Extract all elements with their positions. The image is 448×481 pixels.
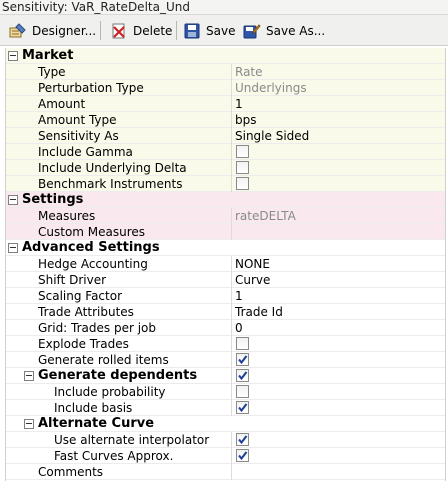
save-as-icon bbox=[243, 22, 261, 40]
property-row-include-underlying-delta[interactable]: Include Underlying Delta bbox=[6, 160, 445, 176]
window-title: Sensitivity: VaR_RateDelta_Und bbox=[0, 0, 448, 15]
delete-label: Delete bbox=[133, 24, 173, 38]
alternate-curve-label: Alternate Curve bbox=[38, 416, 155, 431]
market-header-label: Market bbox=[22, 48, 74, 63]
amount-type-value[interactable]: bps bbox=[234, 112, 257, 128]
hedge-accounting-value[interactable]: NONE bbox=[234, 256, 270, 272]
amount-type-label: Amount Type bbox=[38, 113, 117, 127]
type-label: Type bbox=[38, 65, 66, 79]
alternate-curve-section-header[interactable]: Alternate Curve bbox=[6, 416, 445, 432]
floppy-disk-icon bbox=[183, 22, 201, 40]
perturbation-type-label: Perturbation Type bbox=[38, 81, 144, 95]
property-row-measures[interactable]: Measures rateDELTA bbox=[6, 208, 445, 224]
property-row-comments[interactable]: Comments bbox=[6, 464, 445, 480]
include-gamma-label: Include Gamma bbox=[38, 145, 133, 159]
amount-value[interactable]: 1 bbox=[234, 96, 243, 112]
generate-dependents-label: Generate dependents bbox=[38, 368, 198, 383]
property-row-include-gamma[interactable]: Include Gamma bbox=[6, 144, 445, 160]
include-probability-checkbox[interactable] bbox=[236, 385, 249, 398]
property-row-perturbation-type[interactable]: Perturbation Type Underlyings bbox=[6, 80, 445, 96]
perturbation-type-value: Underlyings bbox=[235, 81, 307, 95]
measures-label: Measures bbox=[38, 209, 96, 223]
designer-label: Designer... bbox=[32, 24, 97, 38]
property-row-grid-trades-per-job[interactable]: Grid: Trades per job 0 bbox=[6, 320, 445, 336]
generate-rolled-items-label: Generate rolled items bbox=[38, 353, 169, 367]
property-row-shift-driver[interactable]: Shift Driver Curve bbox=[6, 272, 445, 288]
settings-section-header[interactable]: Settings bbox=[6, 192, 445, 208]
collapse-icon[interactable] bbox=[8, 243, 18, 253]
custom-measures-label: Custom Measures bbox=[38, 225, 146, 239]
property-row-explode-trades[interactable]: Explode Trades bbox=[6, 336, 445, 352]
include-probability-label: Include probability bbox=[54, 385, 166, 399]
property-row-type[interactable]: Type Rate bbox=[6, 64, 445, 80]
include-underlying-delta-checkbox[interactable] bbox=[236, 161, 249, 174]
grid-trades-per-job-label: Grid: Trades per job bbox=[38, 321, 157, 335]
save-as-label: Save As... bbox=[266, 24, 326, 38]
property-row-sensitivity-as[interactable]: Sensitivity As Single Sided bbox=[6, 128, 445, 144]
property-row-fast-curves-approx[interactable]: Fast Curves Approx. bbox=[6, 448, 445, 464]
scaling-factor-label: Scaling Factor bbox=[38, 289, 123, 303]
property-row-amount[interactable]: Amount 1 bbox=[6, 96, 445, 112]
sensitivity-as-label: Sensitivity As bbox=[38, 129, 119, 143]
collapse-icon[interactable] bbox=[8, 51, 18, 61]
property-row-benchmark-instruments[interactable]: Benchmark Instruments bbox=[6, 176, 445, 192]
generate-rolled-items-checkbox[interactable] bbox=[236, 353, 249, 366]
benchmark-instruments-checkbox[interactable] bbox=[236, 177, 249, 190]
grid-trades-per-job-value[interactable]: 0 bbox=[234, 320, 243, 336]
measures-value[interactable]: rateDELTA bbox=[234, 208, 296, 224]
scaling-factor-value[interactable]: 1 bbox=[234, 288, 243, 304]
trade-attributes-label: Trade Attributes bbox=[38, 305, 134, 319]
shift-driver-value[interactable]: Curve bbox=[234, 272, 270, 288]
fast-curves-approx-checkbox[interactable] bbox=[236, 449, 249, 462]
save-label: Save bbox=[206, 24, 236, 38]
custom-measures-value[interactable] bbox=[234, 224, 235, 240]
property-row-include-basis[interactable]: Include basis bbox=[6, 400, 445, 416]
property-row-trade-attributes[interactable]: Trade Attributes Trade Id bbox=[6, 304, 445, 320]
explode-trades-checkbox[interactable] bbox=[236, 337, 249, 350]
property-row-generate-rolled-items[interactable]: Generate rolled items bbox=[6, 352, 445, 368]
fast-curves-approx-label: Fast Curves Approx. bbox=[54, 449, 174, 463]
property-row-custom-measures[interactable]: Custom Measures bbox=[6, 224, 445, 240]
explode-trades-label: Explode Trades bbox=[38, 337, 129, 351]
settings-header-label: Settings bbox=[22, 192, 84, 207]
shift-driver-label: Shift Driver bbox=[38, 273, 107, 287]
collapse-icon[interactable] bbox=[8, 195, 18, 205]
include-underlying-delta-label: Include Underlying Delta bbox=[38, 161, 187, 175]
collapse-icon[interactable] bbox=[24, 371, 34, 381]
include-basis-label: Include basis bbox=[54, 401, 133, 415]
include-gamma-checkbox[interactable] bbox=[236, 145, 249, 158]
amount-label: Amount bbox=[38, 97, 86, 111]
trade-attributes-value[interactable]: Trade Id bbox=[234, 304, 283, 320]
delete-button[interactable]: Delete bbox=[110, 20, 172, 42]
property-row-amount-type[interactable]: Amount Type bps bbox=[6, 112, 445, 128]
delete-icon bbox=[110, 22, 128, 40]
advanced-settings-section-header[interactable]: Advanced Settings bbox=[6, 240, 445, 256]
toolbar-separator bbox=[176, 21, 177, 40]
property-row-use-alternate-interpolator[interactable]: Use alternate interpolator bbox=[6, 432, 445, 448]
save-button[interactable]: Save bbox=[183, 20, 235, 42]
benchmark-instruments-label: Benchmark Instruments bbox=[38, 177, 183, 191]
designer-button[interactable]: Designer... bbox=[9, 20, 96, 42]
toolbar: Designer... Delete Save Save As... bbox=[0, 15, 448, 46]
comments-value[interactable] bbox=[234, 464, 235, 480]
collapse-icon[interactable] bbox=[24, 419, 34, 429]
include-basis-checkbox[interactable] bbox=[236, 401, 249, 414]
property-row-hedge-accounting[interactable]: Hedge Accounting NONE bbox=[6, 256, 445, 272]
market-section-header[interactable]: Market bbox=[6, 48, 445, 64]
use-alternate-interpolator-label: Use alternate interpolator bbox=[54, 433, 210, 447]
sensitivity-as-value[interactable]: Single Sided bbox=[234, 128, 309, 144]
type-value: Rate bbox=[235, 65, 263, 79]
hedge-accounting-label: Hedge Accounting bbox=[38, 257, 148, 271]
comments-label: Comments bbox=[38, 465, 104, 479]
property-row-include-probability[interactable]: Include probability bbox=[6, 384, 445, 400]
toolbar-separator bbox=[100, 21, 101, 40]
property-row-scaling-factor[interactable]: Scaling Factor 1 bbox=[6, 288, 445, 304]
save-as-button[interactable]: Save As... bbox=[243, 20, 325, 42]
advanced-settings-header-label: Advanced Settings bbox=[22, 240, 160, 255]
use-alternate-interpolator-checkbox[interactable] bbox=[236, 433, 249, 446]
generate-dependents-checkbox[interactable] bbox=[236, 369, 249, 382]
property-grid: Market Type Rate Perturbation Type Under… bbox=[5, 48, 446, 481]
designer-icon bbox=[9, 22, 27, 40]
generate-dependents-section-header[interactable]: Generate dependents bbox=[6, 368, 445, 384]
